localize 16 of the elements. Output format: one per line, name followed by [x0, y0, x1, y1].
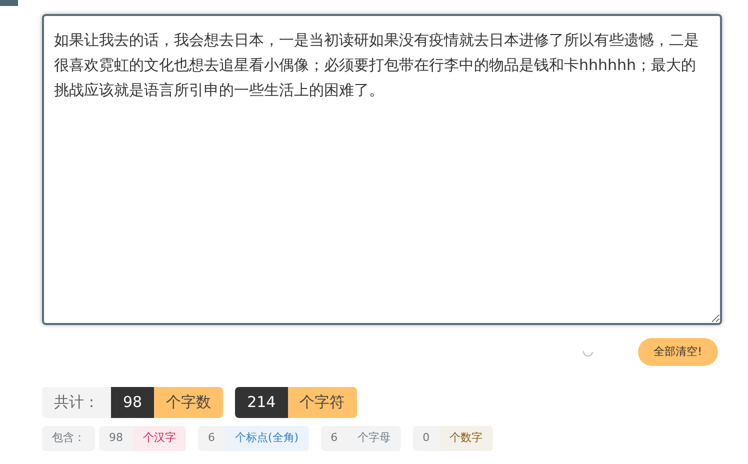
count-unit: 个数字: [440, 426, 493, 451]
total-label: 共计：: [42, 387, 111, 418]
count-unit: 个汉字: [133, 426, 186, 451]
count-unit: 个字数: [154, 387, 224, 418]
count-unit: 个标点(全角): [225, 426, 309, 451]
count-value: 98: [111, 387, 154, 418]
contains-label: 包含：: [42, 426, 95, 451]
count-value: 6: [198, 426, 225, 451]
count-unit: 个字符: [288, 387, 357, 418]
clear-all-button[interactable]: 全部清空!: [638, 338, 718, 366]
count-value: 0: [412, 426, 440, 451]
count-value: 6: [320, 426, 348, 451]
count-value: 214: [235, 387, 288, 418]
count-unit: 个字母: [348, 426, 401, 451]
count-value: 98: [99, 426, 133, 451]
text-input-field[interactable]: 如果让我去的话，我会想去日本，一是当初读研如果没有疫情就去日本进修了所以有些遗憾，二是很喜欢霓虹的文化也想去追星看小偶像；必须要打包带在行李中的物品是钱和卡hhhhhh；最大的挑战应该就是语言所引申的一些生活上的困难了。: [42, 14, 722, 325]
